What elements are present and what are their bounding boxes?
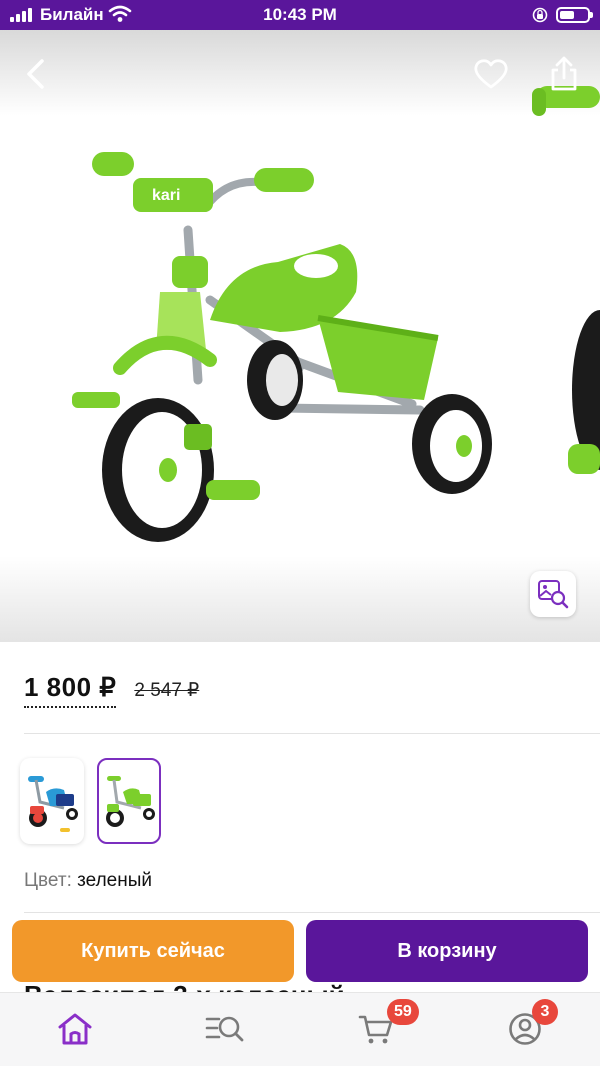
tab-profile[interactable]: 3	[500, 999, 558, 1051]
share-button[interactable]	[542, 52, 586, 96]
add-to-cart-button[interactable]: В корзину	[306, 920, 588, 982]
clock: 10:43 PM	[263, 5, 337, 24]
current-price[interactable]: 1 800 ₽	[24, 672, 117, 708]
image-search-button[interactable]	[530, 571, 576, 617]
buy-now-button[interactable]: Купить сейчас	[12, 920, 294, 982]
product-gallery[interactable]: kari	[0, 30, 600, 642]
cart-count-badge: 59	[387, 999, 419, 1025]
variant-photo	[106, 776, 155, 827]
brand-logo: kari	[152, 187, 180, 204]
color-label: Цвет:	[24, 870, 72, 891]
old-price: 2 547 ₽	[134, 680, 200, 701]
battery-icon	[556, 7, 593, 23]
price-row: 1 800 ₽ 2 547 ₽	[24, 672, 199, 708]
product-photo: kari	[72, 86, 600, 542]
next-photo-peek	[532, 86, 600, 474]
heart-icon	[474, 59, 508, 89]
divider	[24, 733, 600, 734]
tab-cart[interactable]: 59	[351, 999, 419, 1051]
divider	[24, 912, 600, 913]
tab-home[interactable]	[50, 1007, 100, 1051]
variant-photo	[28, 776, 78, 832]
back-button[interactable]	[14, 52, 58, 96]
share-icon	[551, 56, 577, 91]
color-value: зеленый	[77, 870, 152, 891]
orientation-lock-icon	[532, 7, 548, 23]
image-search-icon	[538, 580, 569, 609]
variant-thumb-blue[interactable]	[20, 758, 84, 844]
profile-count-badge: 3	[532, 999, 558, 1025]
bottom-tab-bar: 59 3	[0, 992, 600, 1066]
chevron-left-icon	[27, 59, 44, 89]
variant-thumb-green[interactable]	[97, 758, 161, 844]
tab-catalog-search[interactable]	[200, 1007, 250, 1051]
home-icon	[58, 1013, 92, 1045]
catalog-search-icon	[205, 1016, 244, 1042]
color-selector-label: Цвет: зеленый	[24, 870, 152, 892]
favorite-button[interactable]	[469, 52, 513, 96]
status-bar: Билайн 10:43 PM	[0, 0, 600, 30]
